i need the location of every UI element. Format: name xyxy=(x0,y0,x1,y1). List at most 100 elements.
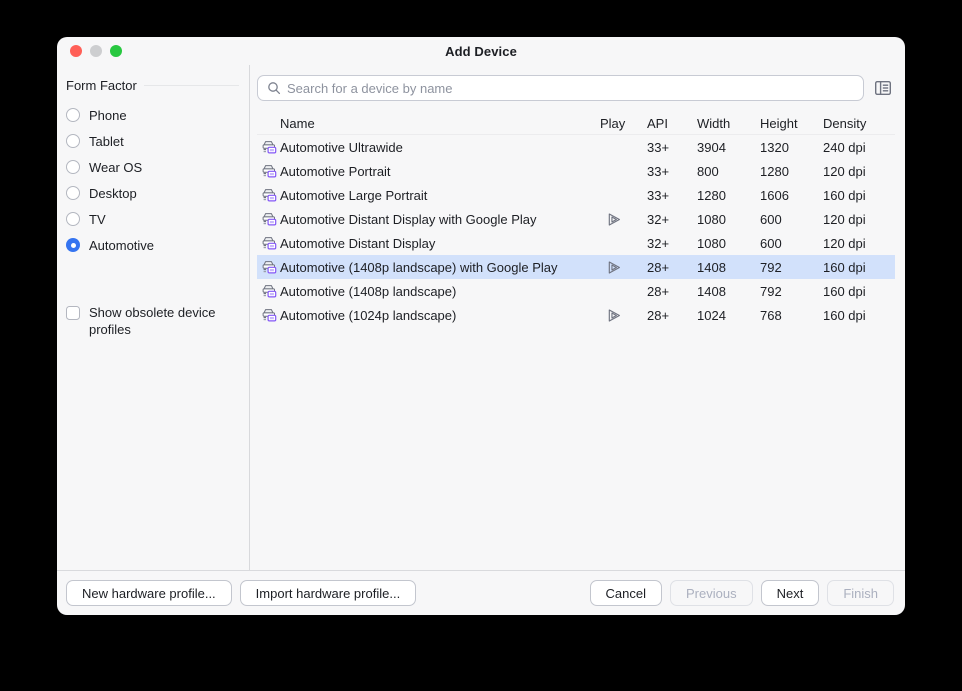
radio-label: Phone xyxy=(89,108,127,123)
minimize-button-icon xyxy=(90,45,102,57)
search-icon xyxy=(267,81,281,95)
automotive-device-icon xyxy=(257,163,280,179)
details-view-toggle-button[interactable] xyxy=(871,76,895,100)
radio-icon xyxy=(66,238,80,252)
radio-label: Wear OS xyxy=(89,160,142,175)
radio-icon xyxy=(66,186,80,200)
footer-left-buttons: New hardware profile... Import hardware p… xyxy=(66,580,416,606)
next-button[interactable]: Next xyxy=(761,580,820,606)
search-row xyxy=(257,75,895,101)
device-height: 1280 xyxy=(760,164,823,179)
device-api: 32+ xyxy=(647,236,697,251)
device-row-automotive-ultrawide[interactable]: Automotive Ultrawide33+39041320240 dpi xyxy=(257,135,895,159)
device-row-automotive-1024p-landscape[interactable]: Automotive (1024p landscape) 28+10247681… xyxy=(257,303,895,327)
device-row-automotive-1408p-landscape-with-google-play[interactable]: Automotive (1408p landscape) with Google… xyxy=(257,255,895,279)
device-row-automotive-1408p-landscape[interactable]: Automotive (1408p landscape) 28+140879216… xyxy=(257,279,895,303)
radio-label: Desktop xyxy=(89,186,137,201)
automotive-device-icon xyxy=(257,211,280,227)
form-factor-option-tablet[interactable]: Tablet xyxy=(66,128,239,154)
device-width: 1080 xyxy=(697,212,760,227)
traffic-lights xyxy=(70,45,122,57)
show-obsolete-checkbox-row[interactable]: Show obsolete device profiles xyxy=(66,304,239,338)
window-title: Add Device xyxy=(445,44,517,59)
radio-icon xyxy=(66,160,80,174)
finish-button: Finish xyxy=(827,580,894,606)
device-list-panel: Name Play API Width Height Density Autom… xyxy=(250,65,905,570)
device-row-automotive-distant-display[interactable]: Automotive Distant Display32+1080600120 … xyxy=(257,231,895,255)
zoom-button-icon[interactable] xyxy=(110,45,122,57)
automotive-device-icon xyxy=(257,283,280,299)
device-width: 1024 xyxy=(697,308,760,323)
google-play-icon xyxy=(600,259,647,276)
form-factor-radio-group: Phone Tablet Wear OS Desktop TV Automotive xyxy=(66,102,239,258)
checkbox-label: Show obsolete device profiles xyxy=(89,304,221,338)
device-height: 1320 xyxy=(760,140,823,155)
section-separator-line xyxy=(144,85,239,86)
device-density: 240 dpi xyxy=(823,140,895,155)
automotive-device-icon xyxy=(257,187,280,203)
device-density: 120 dpi xyxy=(823,212,895,227)
add-device-dialog: Add Device Form Factor Phone Tablet Wear O… xyxy=(57,37,905,615)
new-hardware-profile-button[interactable]: New hardware profile... xyxy=(66,580,232,606)
close-button-icon[interactable] xyxy=(70,45,82,57)
column-header-play[interactable]: Play xyxy=(600,116,647,131)
google-play-icon xyxy=(600,211,647,228)
device-width: 1408 xyxy=(697,284,760,299)
column-header-width[interactable]: Width xyxy=(697,116,760,131)
device-height: 1606 xyxy=(760,188,823,203)
device-name: Automotive Distant Display xyxy=(280,236,600,251)
radio-label: TV xyxy=(89,212,106,227)
form-factor-option-automotive[interactable]: Automotive xyxy=(66,232,239,258)
radio-icon xyxy=(66,134,80,148)
device-name: Automotive Portrait xyxy=(280,164,600,179)
footer-button-bar: New hardware profile... Import hardware p… xyxy=(57,570,905,615)
device-width: 3904 xyxy=(697,140,760,155)
import-hardware-profile-button[interactable]: Import hardware profile... xyxy=(240,580,417,606)
device-name: Automotive Distant Display with Google P… xyxy=(280,212,600,227)
device-density: 160 dpi xyxy=(823,188,895,203)
device-density: 160 dpi xyxy=(823,284,895,299)
automotive-device-icon xyxy=(257,139,280,155)
device-api: 28+ xyxy=(647,284,697,299)
device-width: 800 xyxy=(697,164,760,179)
search-input[interactable] xyxy=(287,81,854,96)
device-width: 1080 xyxy=(697,236,760,251)
device-row-automotive-large-portrait[interactable]: Automotive Large Portrait33+12801606160 … xyxy=(257,183,895,207)
form-factor-option-wear-os[interactable]: Wear OS xyxy=(66,154,239,180)
device-name: Automotive Large Portrait xyxy=(280,188,600,203)
form-factor-option-phone[interactable]: Phone xyxy=(66,102,239,128)
column-header-name[interactable]: Name xyxy=(280,116,600,131)
device-width: 1408 xyxy=(697,260,760,275)
form-factor-section-header: Form Factor xyxy=(66,78,239,93)
device-density: 160 dpi xyxy=(823,260,895,275)
titlebar[interactable]: Add Device xyxy=(57,37,905,65)
device-row-automotive-distant-display-with-google-play[interactable]: Automotive Distant Display with Google P… xyxy=(257,207,895,231)
form-factor-option-desktop[interactable]: Desktop xyxy=(66,180,239,206)
checkbox-icon[interactable] xyxy=(66,306,80,320)
radio-icon xyxy=(66,108,80,122)
dialog-body: Form Factor Phone Tablet Wear OS Desktop TV A… xyxy=(57,65,905,570)
device-name: Automotive (1024p landscape) xyxy=(280,308,600,323)
device-row-automotive-portrait[interactable]: Automotive Portrait 33+8001280120 dpi xyxy=(257,159,895,183)
radio-icon xyxy=(66,212,80,226)
column-header-api[interactable]: API xyxy=(647,116,697,131)
device-height: 792 xyxy=(760,284,823,299)
device-density: 120 dpi xyxy=(823,164,895,179)
footer-right-buttons: CancelPreviousNextFinish xyxy=(590,580,894,606)
column-header-height[interactable]: Height xyxy=(760,116,823,131)
device-width: 1280 xyxy=(697,188,760,203)
automotive-device-icon xyxy=(257,307,280,323)
search-field[interactable] xyxy=(257,75,864,101)
automotive-device-icon xyxy=(257,259,280,275)
device-name: Automotive (1408p landscape) with Google… xyxy=(280,260,600,275)
device-table: Name Play API Width Height Density Autom… xyxy=(257,112,895,327)
cancel-button[interactable]: Cancel xyxy=(590,580,662,606)
device-api: 33+ xyxy=(647,164,697,179)
device-name: Automotive (1408p landscape) xyxy=(280,284,600,299)
column-header-density[interactable]: Density xyxy=(823,116,895,131)
radio-label: Tablet xyxy=(89,134,124,149)
device-height: 600 xyxy=(760,236,823,251)
radio-label: Automotive xyxy=(89,238,154,253)
form-factor-option-tv[interactable]: TV xyxy=(66,206,239,232)
device-height: 600 xyxy=(760,212,823,227)
